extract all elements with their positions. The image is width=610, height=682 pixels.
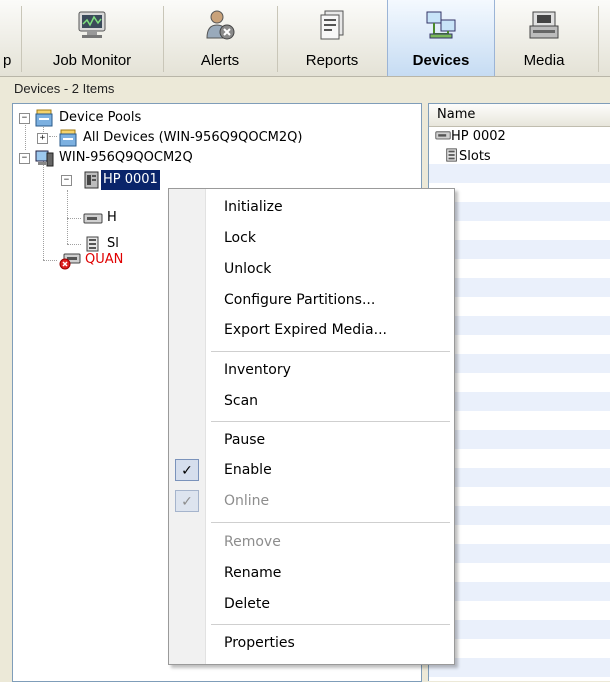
menu-item-delete[interactable]: Delete: [224, 593, 270, 615]
collapse-icon[interactable]: −: [19, 113, 30, 124]
menu-separator: [211, 624, 450, 625]
list-item[interactable]: Slots: [445, 147, 491, 167]
alerts-icon: [206, 10, 235, 40]
menu-separator: [211, 522, 450, 523]
menu-item-scan[interactable]: Scan: [224, 390, 258, 412]
tree-label-device-pools: Device Pools: [59, 110, 142, 125]
toolbar-devices-button[interactable]: Devices: [387, 0, 495, 76]
reports-icon: [320, 10, 344, 40]
tape-drive-icon: [83, 213, 103, 224]
media-icon: [529, 11, 559, 39]
devices-icon: [426, 11, 456, 39]
tree-label-all-devices: All Devices (WIN-956Q9QOCM2Q): [83, 130, 303, 145]
status-bar-text: Devices - 2 Items: [14, 81, 115, 96]
list-header-name[interactable]: Name: [429, 104, 610, 127]
toolbar-backup-button[interactable]: p: [0, 0, 20, 76]
menu-separator: [211, 421, 450, 422]
device-pool-icon: [59, 129, 77, 147]
list-item-label: HP 0002: [451, 129, 506, 144]
tape-drive-icon: [435, 131, 451, 140]
online-checkmark-icon: ✓: [175, 490, 199, 512]
menu-icon-gutter: [169, 189, 206, 664]
list-item[interactable]: HP 0002: [435, 127, 506, 147]
tree-label-server: WIN-956Q9QOCM2Q: [59, 150, 193, 165]
tree-label-quantum: QUAN: [85, 252, 124, 267]
menu-item-initialize[interactable]: Initialize: [224, 196, 283, 218]
main-toolbar: p Job Monitor Alerts Reports Devices Med…: [0, 0, 610, 77]
list-header-label: Name: [437, 107, 476, 122]
job-monitor-icon: [78, 11, 106, 38]
toolbar-media-button[interactable]: Media: [494, 0, 594, 76]
list-item-label: Slots: [459, 149, 491, 164]
menu-item-online: Online: [224, 493, 270, 509]
toolbar-reports-button[interactable]: Reports: [278, 0, 386, 76]
toolbar-job-monitor-button[interactable]: Job Monitor: [22, 0, 162, 76]
menu-separator: [211, 351, 450, 352]
slots-icon: [446, 148, 457, 162]
toolbar-job-monitor-label: Job Monitor: [52, 52, 132, 69]
menu-item-export-expired-media[interactable]: Export Expired Media...: [224, 319, 387, 341]
device-list[interactable]: Name HP 0002 Slots: [428, 103, 610, 681]
tree-label-hp0001: HP 0001: [101, 170, 160, 190]
server-icon: [35, 150, 54, 167]
toolbar-alerts-button[interactable]: Alerts: [164, 0, 276, 76]
menu-item-enable[interactable]: Enable: [224, 459, 272, 481]
menu-item-remove: Remove: [224, 534, 281, 550]
menu-item-inventory[interactable]: Inventory: [224, 359, 291, 381]
device-pool-icon: [35, 109, 53, 127]
enable-checkmark-icon: ✓: [175, 459, 199, 481]
menu-item-lock[interactable]: Lock: [224, 227, 256, 249]
tape-library-icon: [84, 171, 99, 189]
collapse-icon[interactable]: −: [19, 153, 30, 164]
context-menu: Initialize Lock Unlock Configure Partiti…: [168, 188, 455, 665]
toolbar-backup-label: p: [3, 52, 12, 69]
toolbar-media-label: Media: [523, 52, 565, 69]
expand-icon[interactable]: +: [37, 133, 48, 144]
toolbar-devices-label: Devices: [412, 52, 470, 69]
offline-device-icon: [59, 253, 81, 270]
toolbar-alerts-label: Alerts: [200, 52, 240, 69]
collapse-icon[interactable]: −: [61, 175, 72, 186]
toolbar-reports-label: Reports: [305, 52, 359, 69]
menu-item-pause[interactable]: Pause: [224, 429, 265, 451]
menu-item-properties[interactable]: Properties: [224, 632, 295, 654]
menu-item-rename[interactable]: Rename: [224, 562, 281, 584]
tree-label-drive: H: [107, 210, 117, 225]
menu-item-unlock[interactable]: Unlock: [224, 258, 271, 280]
menu-item-configure-partitions[interactable]: Configure Partitions...: [224, 289, 375, 311]
